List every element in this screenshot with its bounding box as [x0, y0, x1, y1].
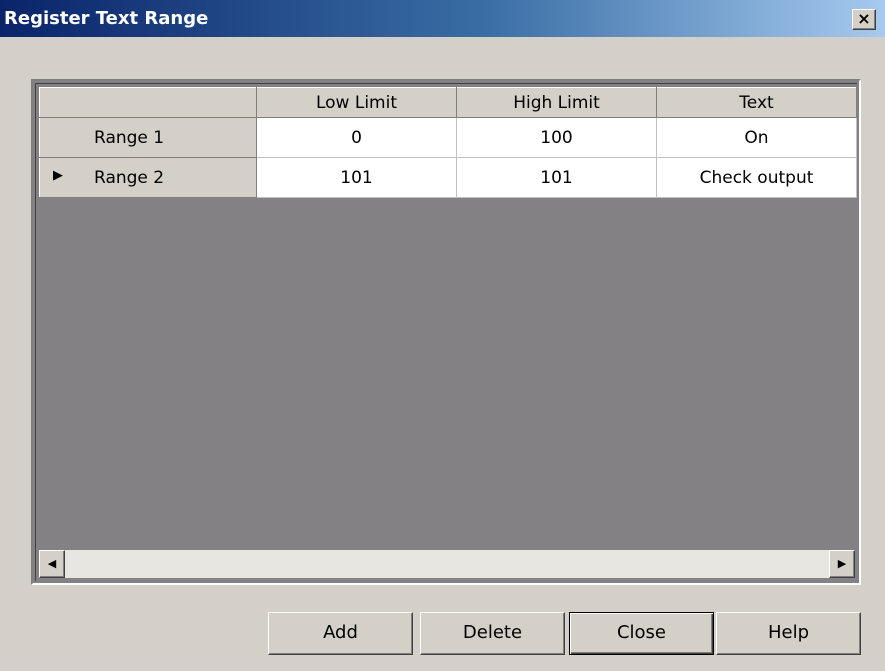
title-bar[interactable]: Register Text Range ×: [0, 0, 885, 37]
column-header-low-limit[interactable]: Low Limit: [256, 87, 457, 118]
range-table: Low Limit High Limit Text Range 1 0 100 …: [39, 87, 857, 198]
row-label: Range 1: [94, 128, 165, 148]
grid-area: Low Limit High Limit Text Range 1 0 100 …: [35, 83, 857, 581]
current-row-pointer-icon: ▶: [53, 168, 63, 183]
column-header-text[interactable]: Text: [656, 87, 857, 118]
column-header-high-limit[interactable]: High Limit: [456, 87, 657, 118]
delete-button[interactable]: Delete: [420, 612, 565, 655]
scroll-right-icon[interactable]: ▶: [829, 550, 855, 578]
table-row[interactable]: Range 1 0 100 On: [39, 117, 857, 158]
close-button[interactable]: Close: [569, 612, 714, 655]
high-limit-cell[interactable]: 101: [456, 157, 657, 198]
window-title: Register Text Range: [4, 8, 209, 29]
header-row: Low Limit High Limit Text: [39, 87, 857, 118]
add-button[interactable]: Add: [268, 612, 413, 655]
table-row[interactable]: ▶ Range 2 101 101 Check output: [39, 157, 857, 198]
register-text-range-dialog: Register Text Range × Low Limit High Lim…: [0, 0, 885, 671]
text-cell[interactable]: On: [656, 117, 857, 158]
help-button[interactable]: Help: [716, 612, 861, 655]
range-grid: Low Limit High Limit Text Range 1 0 100 …: [31, 79, 861, 585]
corner-header: [39, 87, 257, 118]
row-label: Range 2: [94, 168, 165, 188]
close-icon[interactable]: ×: [852, 9, 876, 30]
low-limit-cell[interactable]: 101: [256, 157, 457, 198]
row-header[interactable]: Range 1: [39, 117, 257, 158]
horizontal-scrollbar[interactable]: ◀ ▶: [39, 550, 855, 578]
low-limit-cell[interactable]: 0: [256, 117, 457, 158]
text-cell[interactable]: Check output: [656, 157, 857, 198]
scroll-left-icon[interactable]: ◀: [39, 550, 65, 578]
high-limit-cell[interactable]: 100: [456, 117, 657, 158]
row-header[interactable]: ▶ Range 2: [39, 157, 257, 198]
